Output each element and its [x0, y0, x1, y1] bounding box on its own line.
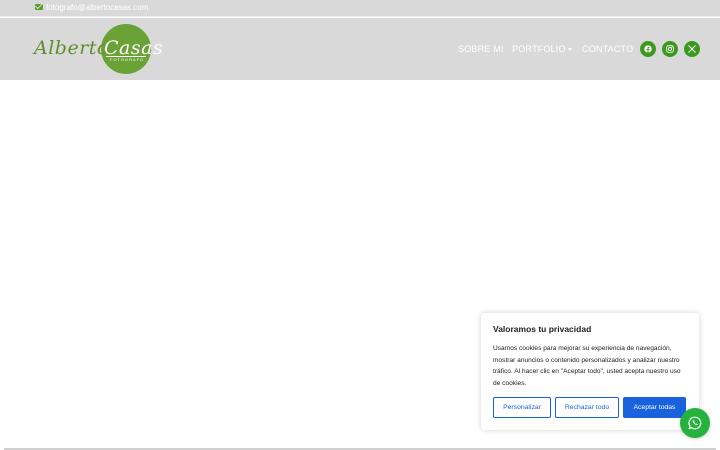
x-twitter-link[interactable]: [684, 41, 700, 57]
logo-script-first: Alberto: [34, 37, 109, 59]
whatsapp-icon: [688, 416, 702, 430]
site-header: Alberto Casas FOTOGRAFO SOBRE MI PORTFOL…: [0, 18, 720, 80]
nav-item-portfolio-label: PORTFOLIO: [512, 44, 566, 54]
facebook-link[interactable]: [640, 41, 656, 57]
nav-item-contacto[interactable]: CONTACTO: [582, 44, 633, 54]
cookie-title: Valoramos tu privacidad: [493, 324, 592, 334]
email-link[interactable]: fotografo@albertocasas.com: [46, 3, 148, 13]
cookie-consent-banner: Valoramos tu privacidad Usamos cookies p…: [481, 313, 699, 430]
customize-button[interactable]: Personalizar: [493, 397, 551, 418]
x-twitter-icon: [688, 45, 696, 53]
caret-down-icon: [567, 48, 572, 51]
nav-item-sobre-mi[interactable]: SOBRE MI: [458, 44, 504, 54]
site-logo[interactable]: Alberto Casas FOTOGRAFO: [34, 23, 163, 75]
logo-subtitle: FOTOGRAFO: [110, 57, 145, 62]
top-bar: fotografo@albertocasas.com: [0, 0, 720, 17]
mail-icon: [35, 4, 43, 10]
cookie-body: Usamos cookies para mejorar su experienc…: [493, 345, 681, 388]
facebook-icon: [644, 45, 652, 53]
nav-item-portfolio[interactable]: PORTFOLIO: [512, 44, 572, 54]
whatsapp-button[interactable]: [680, 408, 710, 438]
instagram-icon: [666, 45, 674, 53]
accept-all-button[interactable]: Aceptar todas: [623, 397, 686, 418]
reject-all-button[interactable]: Rechazar todo: [555, 397, 619, 418]
instagram-link[interactable]: [662, 41, 678, 57]
